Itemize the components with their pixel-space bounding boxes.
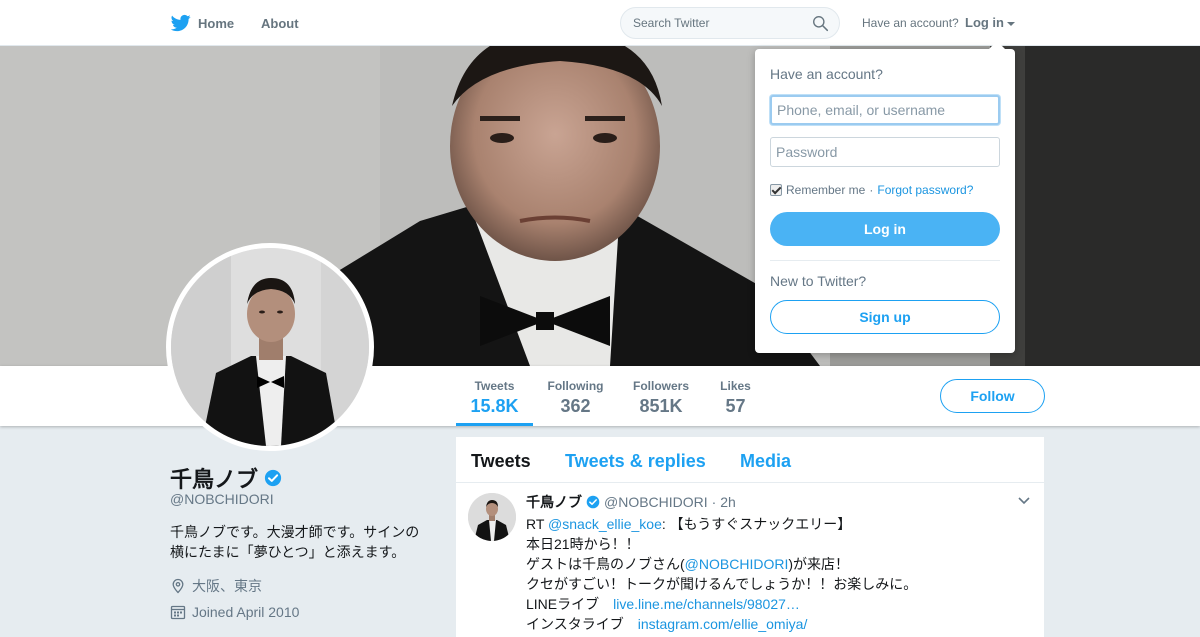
mention-link[interactable]: @snack_ellie_koe bbox=[548, 516, 662, 532]
username-field[interactable] bbox=[770, 95, 1000, 125]
search-input[interactable] bbox=[633, 16, 803, 30]
tab-tweets-and-replies[interactable]: Tweets & replies bbox=[565, 451, 706, 472]
nav-home-label: Home bbox=[198, 15, 235, 31]
signup-button[interactable]: Sign up bbox=[770, 300, 1000, 334]
caret-down-icon bbox=[1007, 21, 1015, 26]
tab-tweets[interactable]: Tweets bbox=[471, 451, 531, 472]
stat-label: Tweets bbox=[474, 379, 515, 393]
tweet-author-name[interactable]: 千鳥ノブ bbox=[526, 492, 582, 512]
stat-tweets[interactable]: Tweets 15.8K bbox=[456, 366, 533, 426]
nav-about-link[interactable]: About bbox=[261, 16, 299, 31]
tweet-line: ゲストは千鳥のノブさん(@NOBCHIDORI)が来店！ bbox=[526, 554, 1026, 574]
twitter-bird-icon bbox=[171, 14, 191, 32]
tweet-avatar[interactable] bbox=[468, 493, 516, 541]
stat-value: 851K bbox=[639, 396, 683, 416]
tweet-text-part: ゲストは千鳥のノブさん( bbox=[526, 556, 685, 572]
tweet-line: RT @snack_ellie_koe: 【もうすぐスナックエリー】 bbox=[526, 514, 1026, 534]
calendar-icon bbox=[170, 605, 186, 620]
timeline-tabs: Tweets Tweets & replies Media bbox=[456, 437, 1044, 483]
tweet-line: LINEライブ live.line.me/channels/98027… bbox=[526, 594, 1026, 614]
search-box bbox=[620, 7, 840, 39]
rt-text: : 【もうすぐスナックエリー】 bbox=[661, 516, 852, 532]
bio-line: 千鳥ノブです。大漫才師です。サインの bbox=[170, 524, 420, 540]
tweet-text: RT @snack_ellie_koe: 【もうすぐスナックエリー】 本日21時… bbox=[526, 514, 1026, 634]
divider bbox=[770, 260, 1000, 261]
avatar-photo bbox=[171, 248, 369, 446]
tweet-author-handle[interactable]: @NOBCHIDORI bbox=[604, 494, 708, 510]
joined-text: Joined April 2010 bbox=[192, 604, 300, 620]
stat-label: Following bbox=[547, 379, 604, 393]
dropdown-title: Have an account? bbox=[770, 66, 883, 82]
login-dropdown-toggle[interactable]: Log in bbox=[965, 15, 1015, 30]
have-account-text: Have an account? bbox=[862, 16, 959, 30]
location-text: 大阪、東京 bbox=[192, 578, 262, 594]
login-toggle-label: Log in bbox=[965, 15, 1004, 30]
new-to-twitter-text: New to Twitter? bbox=[770, 273, 867, 289]
timeline: Tweets Tweets & replies Media 千鳥ノブ @NOBC… bbox=[456, 437, 1044, 637]
profile-name[interactable]: 千鳥ノブ bbox=[170, 462, 258, 494]
profile-location: 大阪、東京 bbox=[170, 576, 262, 596]
tweet-timestamp[interactable]: · 2h bbox=[712, 494, 736, 510]
url-link[interactable]: live.line.me/channels/98027… bbox=[613, 596, 800, 612]
remember-me-label[interactable]: Remember me bbox=[786, 183, 865, 197]
profile-avatar[interactable] bbox=[166, 243, 374, 451]
stat-value: 362 bbox=[560, 396, 591, 416]
location-pin-icon bbox=[172, 578, 184, 594]
profile-bio: 千鳥ノブです。大漫才師です。サインの 横にたまに「夢ひとつ」と添えます。 bbox=[170, 522, 440, 562]
tweet-text-part: LINEライブ bbox=[526, 596, 614, 612]
verified-badge-icon bbox=[586, 495, 600, 509]
profile-handle[interactable]: @NOBCHIDORI bbox=[170, 491, 274, 507]
stat-following[interactable]: Following 362 bbox=[543, 366, 608, 426]
stat-label: Followers bbox=[632, 379, 689, 393]
verified-badge-icon bbox=[264, 469, 282, 487]
tweet-line: インスタライブ instagram.com/ellie_omiya/ bbox=[526, 614, 1026, 634]
rt-prefix: RT bbox=[526, 516, 549, 532]
stat-followers[interactable]: Followers 851K bbox=[628, 366, 694, 426]
password-field[interactable] bbox=[770, 137, 1000, 167]
remember-row: Remember me · Forgot password? bbox=[770, 183, 973, 197]
tweet-header: 千鳥ノブ @NOBCHIDORI · 2h bbox=[526, 492, 736, 512]
stat-label: Likes bbox=[720, 379, 751, 393]
tweet-text-part: )が来店！ bbox=[788, 556, 850, 572]
login-dropdown: Have an account? Remember me · Forgot pa… bbox=[755, 41, 1015, 353]
tweet-line: 本日21時から！！ bbox=[526, 536, 640, 552]
nav-home-link[interactable]: Home bbox=[171, 13, 234, 33]
tab-media[interactable]: Media bbox=[740, 451, 791, 472]
tweet-avatar-photo bbox=[468, 493, 516, 541]
separator: · bbox=[869, 183, 874, 197]
profile-name-row: 千鳥ノブ bbox=[170, 462, 282, 494]
stat-likes[interactable]: Likes 57 bbox=[714, 366, 757, 426]
follow-button[interactable]: Follow bbox=[940, 379, 1045, 413]
forgot-password-link[interactable]: Forgot password? bbox=[877, 183, 973, 197]
remember-me-checkbox[interactable] bbox=[770, 184, 782, 196]
chevron-down-icon[interactable] bbox=[1018, 497, 1030, 505]
bio-line: 横にたまに「夢ひとつ」と添えます。 bbox=[170, 544, 406, 560]
dropdown-arrow bbox=[989, 41, 1005, 49]
top-nav: Home About Have an account? Log in bbox=[0, 0, 1200, 46]
stat-value: 15.8K bbox=[470, 396, 519, 416]
stat-value: 57 bbox=[725, 396, 746, 416]
tweet-line: クセがすごい！トークが聞けるんでしょうか！！お楽しみに。 bbox=[526, 576, 918, 592]
profile-joined: Joined April 2010 bbox=[170, 604, 299, 620]
search-icon[interactable] bbox=[812, 15, 829, 32]
mention-link[interactable]: @NOBCHIDORI bbox=[685, 556, 789, 572]
login-button[interactable]: Log in bbox=[770, 212, 1000, 246]
